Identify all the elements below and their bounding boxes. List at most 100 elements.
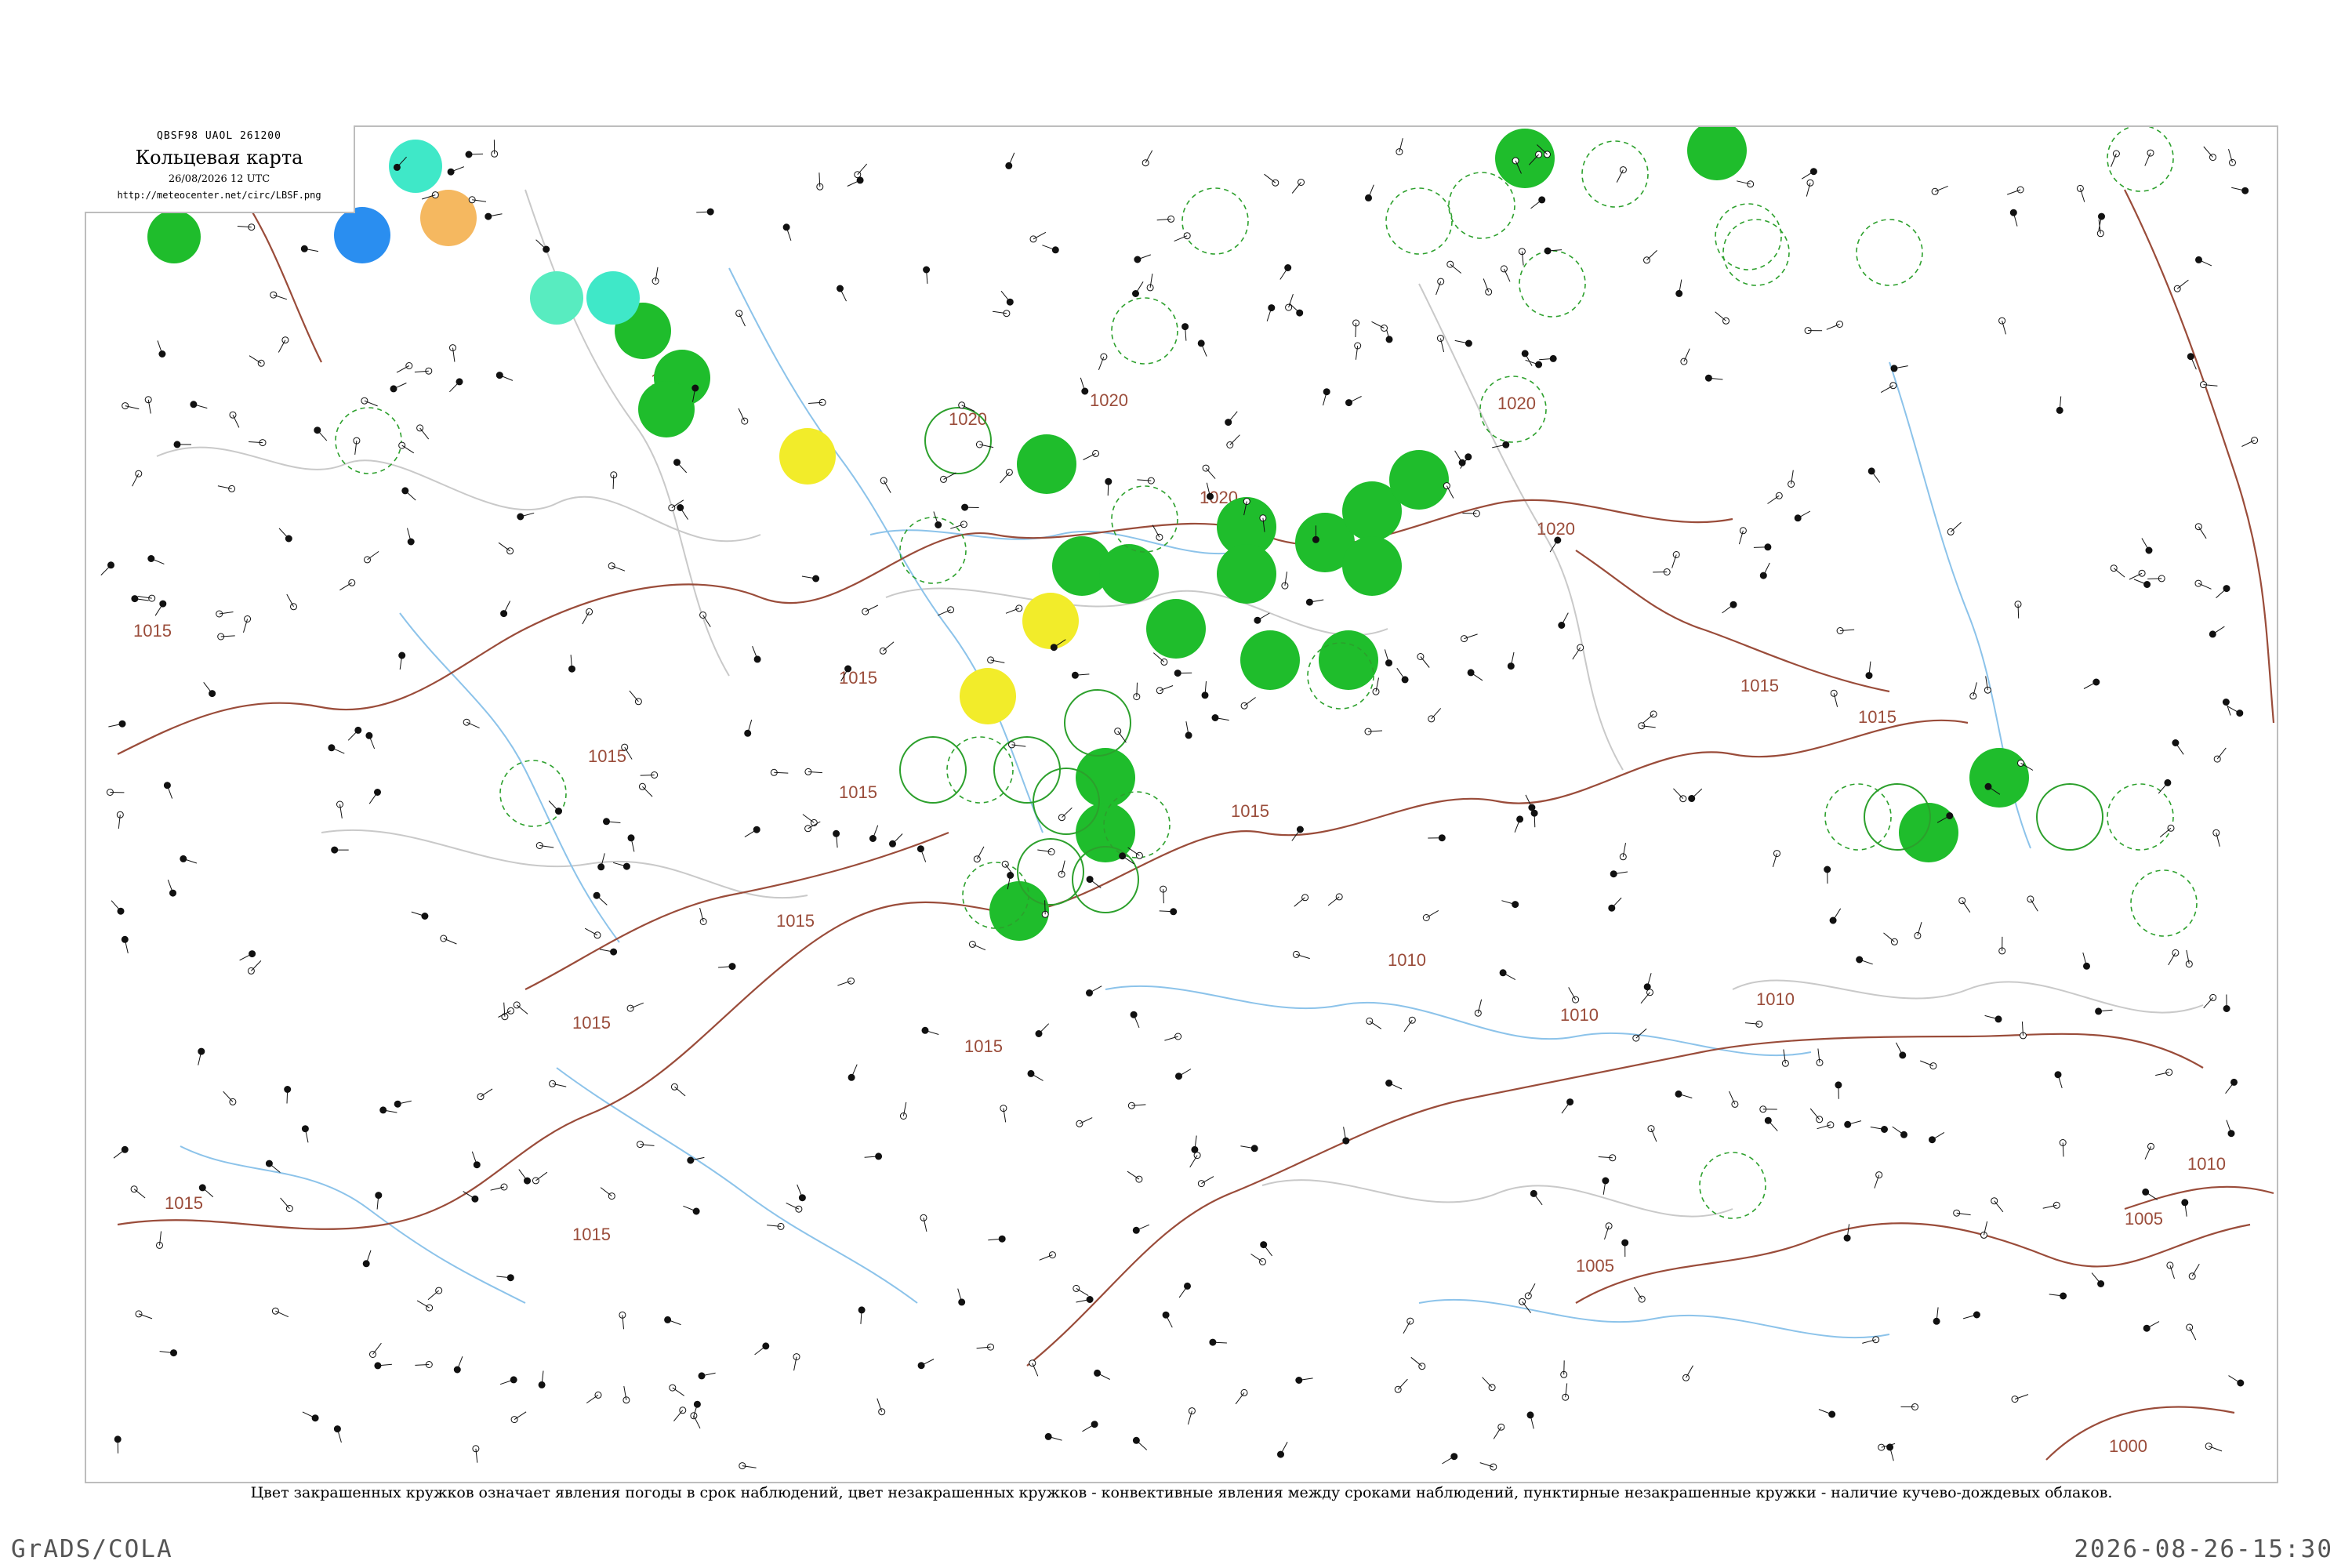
station-marker xyxy=(257,359,265,367)
rain-circle[interactable] xyxy=(989,881,1049,941)
wind-barb xyxy=(642,786,653,797)
wind-barb xyxy=(498,542,510,552)
rain-circle[interactable] xyxy=(1969,748,2029,808)
wind-barb xyxy=(1431,708,1442,720)
rain-circle[interactable] xyxy=(1687,127,1747,180)
rain-circle[interactable] xyxy=(1495,129,1555,188)
wind-barb xyxy=(1892,1126,1904,1135)
wind-barb xyxy=(1279,267,1289,280)
wind-barb xyxy=(2168,953,2176,966)
isobar-labels: 1020 1020 1020 1020 1020 1020 1015 1015 … xyxy=(133,370,2226,1456)
isobar-label: 1015 xyxy=(572,1225,611,1244)
wind-barb xyxy=(1525,794,1533,808)
wind-barb xyxy=(1962,900,1971,913)
wind-barb xyxy=(1572,647,1581,660)
wind-barb xyxy=(1163,889,1164,904)
haze-circle[interactable] xyxy=(960,668,1016,724)
station-marker xyxy=(2251,437,2259,445)
source-url[interactable]: http://meteocenter.net/circ/LBSF.png xyxy=(85,190,354,201)
wind-barb xyxy=(1883,932,1895,942)
isobar-label: 1010 xyxy=(1756,989,1795,1009)
legend-caption: Цвет закрашенных кружков означает явлени… xyxy=(250,1484,2113,1501)
wind-barb xyxy=(463,1191,476,1200)
rain-circle[interactable] xyxy=(1217,544,1276,604)
wind-barb xyxy=(2017,604,2020,619)
wind-barb xyxy=(503,601,511,614)
wind-barb xyxy=(2198,526,2207,539)
isobar-label: 1015 xyxy=(839,782,877,802)
wind-barb xyxy=(847,180,861,187)
cyan-circle[interactable] xyxy=(586,271,640,325)
station-marker xyxy=(398,441,406,449)
wind-barb xyxy=(1135,281,1144,294)
wind-barb xyxy=(1083,452,1096,460)
rain-circle[interactable] xyxy=(1146,599,1206,659)
wind-barb xyxy=(2159,827,2172,838)
isobar-label: 1015 xyxy=(1740,676,1779,695)
wind-barb xyxy=(286,593,294,608)
wind-barb xyxy=(347,730,359,741)
wind-barb xyxy=(640,775,655,776)
rain-circle[interactable] xyxy=(1240,630,1300,690)
station-marker xyxy=(862,608,869,615)
wind-barb xyxy=(1228,411,1238,423)
wind-barb xyxy=(1950,521,1962,532)
wind-barb xyxy=(1178,1286,1188,1298)
wind-barb xyxy=(1145,150,1153,163)
station-marker xyxy=(2076,184,2084,192)
wind-barb xyxy=(548,800,559,811)
shower-circle[interactable] xyxy=(334,207,390,263)
wind-barb xyxy=(111,900,122,912)
haze-circle[interactable] xyxy=(1022,593,1079,649)
wind-barb xyxy=(2113,568,2125,578)
haze-circle[interactable] xyxy=(779,428,836,485)
station-marker xyxy=(270,291,278,299)
wind-barb xyxy=(1250,1254,1263,1262)
rain-circle[interactable] xyxy=(147,210,201,263)
wind-barb xyxy=(943,472,956,480)
fog-circle[interactable] xyxy=(420,190,477,246)
wind-barb xyxy=(1089,985,1102,993)
rain-circle[interactable] xyxy=(1342,536,1402,596)
rain-circle[interactable] xyxy=(1076,748,1135,808)
wind-barb xyxy=(278,339,286,353)
wind-barb xyxy=(1243,697,1256,706)
wind-barb xyxy=(976,846,985,859)
wind-barb xyxy=(1097,1372,1110,1380)
isobar-label: 1020 xyxy=(1090,390,1128,410)
wind-barb xyxy=(1000,290,1011,303)
wind-barb xyxy=(2216,747,2227,760)
wind-barb xyxy=(1561,612,1569,626)
wind-barb xyxy=(396,365,410,373)
wind-barb xyxy=(2176,279,2189,289)
map-title: Кольцевая карта xyxy=(135,147,303,169)
rain-circle[interactable] xyxy=(1099,544,1159,604)
wind-barb xyxy=(629,690,639,702)
rain-circle[interactable] xyxy=(638,381,695,437)
wind-barb xyxy=(1076,1287,1089,1297)
wind-barb xyxy=(1369,1020,1382,1029)
rain-circle[interactable] xyxy=(1017,434,1076,494)
rain-circle[interactable] xyxy=(1899,803,1958,862)
wind-barb xyxy=(372,1342,382,1355)
synoptic-map: 1020 1020 1020 1020 1020 1020 1015 1015 … xyxy=(100,127,2275,1471)
wind-barb xyxy=(1127,847,1140,856)
wind-barb xyxy=(1530,199,1543,209)
wind-barb xyxy=(286,1089,289,1104)
isobar-label: 1015 xyxy=(776,911,815,931)
wind-barb xyxy=(1527,1283,1536,1297)
wind-barb xyxy=(2129,572,2143,580)
wind-barb xyxy=(113,1149,125,1159)
wind-barb xyxy=(1640,992,1650,1004)
cyan-circle[interactable] xyxy=(530,271,583,325)
wind-barb xyxy=(514,1411,527,1421)
isobar-label: 1010 xyxy=(1560,1005,1599,1025)
wind-barb xyxy=(1673,788,1684,800)
wind-barb xyxy=(535,1171,548,1181)
station-marker xyxy=(1443,482,1450,490)
wind-barb xyxy=(1033,231,1047,240)
wind-barb xyxy=(427,1290,440,1301)
rain-circle[interactable] xyxy=(1389,450,1449,510)
station-marker xyxy=(447,168,455,176)
country-borders xyxy=(156,189,2204,1218)
